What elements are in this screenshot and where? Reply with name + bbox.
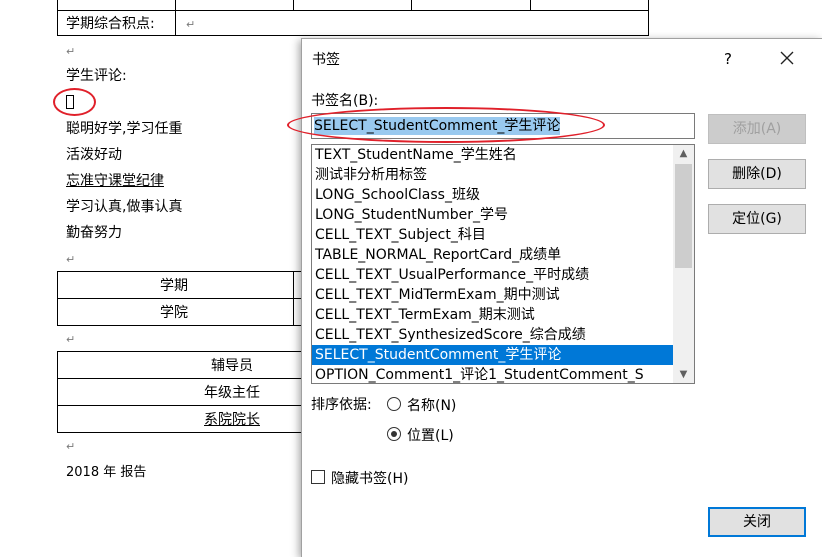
close-icon[interactable] bbox=[772, 45, 802, 71]
delete-button[interactable]: 删除(D) bbox=[708, 159, 806, 189]
help-button[interactable]: ? bbox=[714, 47, 742, 71]
annotation-ellipse-cursor bbox=[53, 88, 96, 116]
sort-by-name-label[interactable]: 名称(N) bbox=[407, 395, 456, 415]
report-footer: 2018 年 报告 bbox=[66, 465, 147, 480]
dialog-title: 书签 bbox=[312, 52, 340, 68]
bookmark-list-item[interactable]: CELL_TEXT_SynthesizedScore_综合成绩 bbox=[312, 325, 673, 345]
bookmark-list-item[interactable]: CELL_TEXT_MidTermExam_期中测试 bbox=[312, 285, 673, 305]
comment-label: 学生评论: bbox=[66, 68, 127, 84]
bookmark-list[interactable]: TEXT_StudentName_学生姓名 测试非分析用标签 LONG_School… bbox=[311, 144, 695, 384]
comment-line-4: 学习认真,做事认真 bbox=[66, 199, 183, 215]
bookmark-list-item[interactable]: LONG_SchoolClass_班级 bbox=[312, 185, 673, 205]
sort-label: 排序依据: bbox=[311, 397, 372, 413]
goto-button[interactable]: 定位(G) bbox=[708, 204, 806, 234]
sort-by-name-radio[interactable] bbox=[387, 397, 401, 411]
bookmark-name-label: 书签名(B): bbox=[311, 93, 379, 109]
bookmark-list-item[interactable]: TABLE_NORMAL_ReportCard_成绩单 bbox=[312, 245, 673, 265]
table-cell-counselor: 辅导员 bbox=[211, 358, 253, 374]
comment-line-3: 忘准守课堂纪律 bbox=[66, 173, 164, 189]
close-button[interactable]: 关闭 bbox=[708, 507, 806, 537]
scroll-up-icon[interactable]: ▲ bbox=[673, 145, 694, 162]
table-cell-grade-director: 年级主任 bbox=[204, 385, 260, 401]
add-button[interactable]: 添加(A) bbox=[708, 114, 806, 144]
bookmark-list-items: TEXT_StudentName_学生姓名 测试非分析用标签 LONG_School… bbox=[312, 145, 673, 383]
bookmark-list-item[interactable]: CELL_TEXT_TermExam_期末测试 bbox=[312, 305, 673, 325]
table-cell-dean: 系院院长 bbox=[204, 412, 260, 428]
sort-by-location-label[interactable]: 位置(L) bbox=[407, 425, 454, 445]
annotation-ellipse-bookmark-name bbox=[287, 107, 605, 143]
comment-line-1: 聪明好学,学习任重 bbox=[66, 121, 183, 137]
sort-by-location-radio[interactable] bbox=[387, 427, 401, 441]
bookmark-list-item[interactable]: SELECT_StudentComment_学生评论 bbox=[312, 345, 673, 365]
bookmark-list-item[interactable]: OPTION_Comment1_评论1_StudentComment_S bbox=[312, 365, 673, 383]
table-cell-college: 学院 bbox=[160, 305, 188, 321]
scroll-thumb[interactable] bbox=[675, 164, 692, 268]
hidden-bookmarks-label[interactable]: 隐藏书签(H) bbox=[331, 468, 408, 488]
comment-line-5: 勤奋努力 bbox=[66, 225, 122, 241]
bookmark-list-item[interactable]: CELL_TEXT_UsualPerformance_平时成绩 bbox=[312, 265, 673, 285]
bookmark-list-item[interactable]: LONG_StudentNumber_学号 bbox=[312, 205, 673, 225]
scroll-down-icon[interactable]: ▼ bbox=[673, 366, 694, 383]
bookmark-list-item[interactable]: 测试非分析用标签 bbox=[312, 165, 673, 185]
hidden-bookmarks-checkbox[interactable] bbox=[311, 470, 325, 484]
list-scrollbar[interactable]: ▲ ▼ bbox=[673, 145, 694, 383]
comment-line-2: 活泼好动 bbox=[66, 147, 122, 163]
table-cell-term: 学期 bbox=[160, 278, 188, 294]
gpa-label: 学期综合积点: bbox=[66, 16, 155, 32]
dialog-titlebar[interactable]: 书签 ? bbox=[302, 39, 822, 77]
bookmark-list-item[interactable]: CELL_TEXT_Subject_科目 bbox=[312, 225, 673, 245]
bookmark-list-item[interactable]: TEXT_StudentName_学生姓名 bbox=[312, 145, 673, 165]
